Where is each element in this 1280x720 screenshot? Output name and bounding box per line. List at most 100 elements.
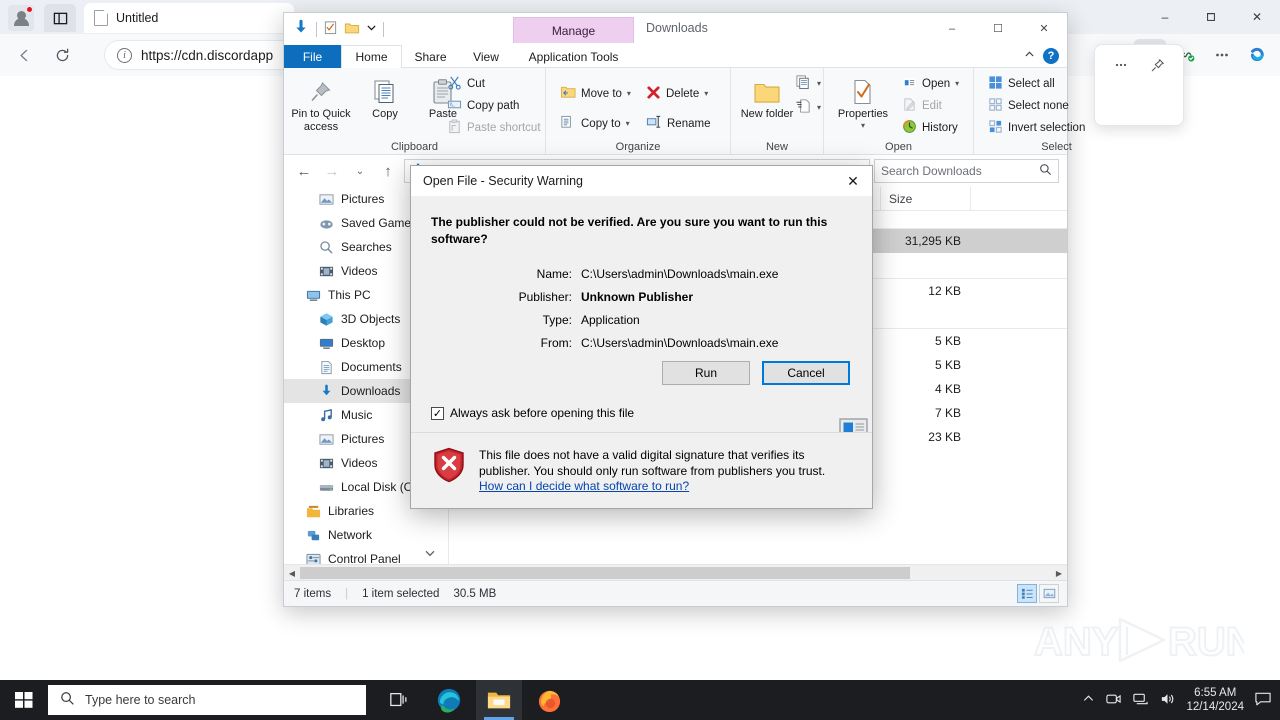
recent-locations-icon[interactable]: ⌄	[348, 159, 372, 183]
always-ask-checkbox[interactable]: ✓	[431, 406, 444, 420]
close-icon[interactable]: ✕	[834, 166, 872, 196]
copy-to-button[interactable]: Copy to ▾	[560, 114, 630, 133]
taskbar-app-edge[interactable]	[426, 680, 472, 720]
pin-to-quick-access-button[interactable]: Pin to Quick access	[290, 72, 352, 134]
tab-actions-menu-button[interactable]	[44, 4, 76, 32]
tab-view[interactable]: View	[459, 45, 513, 68]
info-icon[interactable]: i	[117, 47, 132, 63]
pin-icon[interactable]	[1141, 49, 1173, 81]
decide-what-software-link[interactable]: How can I decide what software to run?	[479, 479, 689, 493]
pictures-icon	[318, 431, 334, 447]
taskbar-search-box[interactable]: Type here to search	[48, 685, 366, 715]
explorer-minimize-button[interactable]: –	[929, 13, 975, 44]
chevron-down-icon-7[interactable]: ▾	[955, 79, 959, 88]
cancel-button[interactable]: Cancel	[762, 361, 850, 385]
tab-home[interactable]: Home	[341, 45, 402, 69]
sidebar-item-network[interactable]: Network	[284, 523, 448, 547]
network-icon[interactable]	[1132, 691, 1149, 710]
cell-size: 5 KB	[934, 358, 961, 372]
cut-button[interactable]: Cut	[447, 74, 485, 93]
taskbar: Type here to search 6:55 AM 12/14/2024	[0, 680, 1280, 720]
details-view-icon[interactable]	[1017, 584, 1037, 603]
open-button[interactable]: Open ▾	[902, 74, 959, 93]
thumbnails-view-icon[interactable]	[1039, 584, 1059, 603]
task-view-icon[interactable]	[376, 680, 422, 720]
select-none-button[interactable]: Select none	[988, 96, 1069, 115]
profile-avatar[interactable]	[8, 5, 34, 31]
browser-tab[interactable]: Untitled	[84, 3, 294, 33]
camera-icon[interactable]	[1105, 691, 1122, 710]
ribbon-group-label-organize: Organize	[615, 141, 661, 153]
explorer-maximize-button[interactable]: ☐	[975, 13, 1021, 44]
chevron-down-icon-5[interactable]: ▾	[817, 103, 821, 112]
scroll-right-icon[interactable]: ▶	[1051, 565, 1067, 581]
videos-icon	[318, 455, 334, 471]
always-ask-checkbox-row[interactable]: ✓ Always ask before opening this file	[431, 406, 634, 420]
dialog-question: The publisher could not be verified. Are…	[431, 215, 828, 247]
more-icon[interactable]	[1105, 49, 1137, 81]
scrollbar-thumb[interactable]	[300, 567, 910, 579]
new-item-button[interactable]: ▾	[795, 74, 821, 93]
tab-file[interactable]: File	[284, 45, 341, 68]
search-input[interactable]: Search Downloads	[874, 159, 1059, 183]
select-all-button[interactable]: Select all	[988, 74, 1055, 93]
windows-start-icon[interactable]	[0, 680, 48, 720]
paste-shortcut-label: Paste shortcut	[467, 121, 541, 134]
chevron-up-icon[interactable]	[1082, 692, 1095, 708]
chevron-down-icon-2[interactable]: ▾	[626, 119, 630, 128]
run-button[interactable]: Run	[662, 361, 750, 385]
downloads-arrow-icon[interactable]	[292, 19, 310, 40]
search-icon	[60, 691, 75, 709]
easy-access-button[interactable]: ▾	[795, 98, 821, 117]
history-button[interactable]: History	[902, 118, 958, 137]
contextual-tab-manage[interactable]: Manage	[513, 17, 634, 43]
edit-label: Edit	[922, 99, 942, 112]
chevron-down-icon-nav[interactable]	[424, 547, 436, 562]
copy-path-button[interactable]: \\.. Copy path	[447, 96, 519, 115]
up-arrow-icon[interactable]: ↑	[376, 159, 400, 183]
back-arrow-icon[interactable]	[8, 39, 40, 71]
rename-icon	[646, 114, 662, 133]
cell-size: 5 KB	[934, 334, 961, 348]
notifications-icon[interactable]	[1254, 690, 1272, 710]
chevron-down-icon[interactable]: ▾	[627, 89, 631, 98]
taskbar-app-firefox[interactable]	[526, 680, 572, 720]
move-to-button[interactable]: Move to ▾	[560, 84, 631, 103]
volume-icon[interactable]	[1159, 691, 1176, 710]
back-arrow-icon[interactable]: ←	[292, 159, 316, 183]
delete-button[interactable]: Delete ▾	[646, 84, 708, 103]
rename-button[interactable]: Rename	[646, 114, 710, 133]
customize-caret-icon[interactable]	[366, 22, 377, 36]
chevron-up-icon[interactable]	[1024, 49, 1035, 63]
help-icon[interactable]: ?	[1043, 48, 1059, 64]
invert-selection-button[interactable]: Invert selection	[988, 118, 1085, 137]
chevron-down-icon-3[interactable]: ▾	[704, 89, 708, 98]
new-folder-icon[interactable]	[344, 20, 360, 39]
dialog-footer-text-block: This file does not have a valid digital …	[479, 447, 852, 508]
horizontal-scrollbar[interactable]: ◀ ▶	[284, 564, 1067, 580]
column-header-size[interactable]: Size	[881, 187, 971, 210]
new-folder-button[interactable]: New folder	[735, 72, 799, 121]
chevron-down-icon-6[interactable]: ▾	[861, 121, 865, 130]
open-label: Open	[922, 77, 951, 90]
music-icon	[318, 407, 334, 423]
taskbar-app-file-explorer[interactable]	[476, 680, 522, 720]
reload-icon[interactable]	[46, 39, 78, 71]
chevron-down-icon-4[interactable]: ▾	[817, 79, 821, 88]
tray-clock[interactable]: 6:55 AM 12/14/2024	[1186, 686, 1244, 715]
edge-close-button[interactable]: ✕	[1234, 0, 1280, 34]
settings-more-icon[interactable]	[1206, 39, 1238, 71]
screen-root: Untitled – ✕ i https://cdn.discordapp Ma…	[0, 0, 1280, 720]
edge-maximize-button[interactable]	[1188, 0, 1234, 34]
tab-application-tools[interactable]: Application Tools	[513, 45, 634, 68]
properties-icon[interactable]	[323, 20, 338, 38]
tab-share[interactable]: Share	[402, 45, 459, 68]
edge-minimize-button[interactable]: –	[1142, 0, 1188, 34]
properties-button[interactable]: Properties ▾	[832, 72, 894, 130]
scroll-left-icon[interactable]: ◀	[284, 565, 300, 581]
sidebar-item-label: Network	[328, 528, 373, 542]
search-icon[interactable]	[1039, 163, 1052, 179]
copilot-icon[interactable]	[1242, 39, 1274, 71]
copy-button[interactable]: Copy	[354, 72, 416, 121]
explorer-close-button[interactable]: ✕	[1021, 13, 1067, 44]
